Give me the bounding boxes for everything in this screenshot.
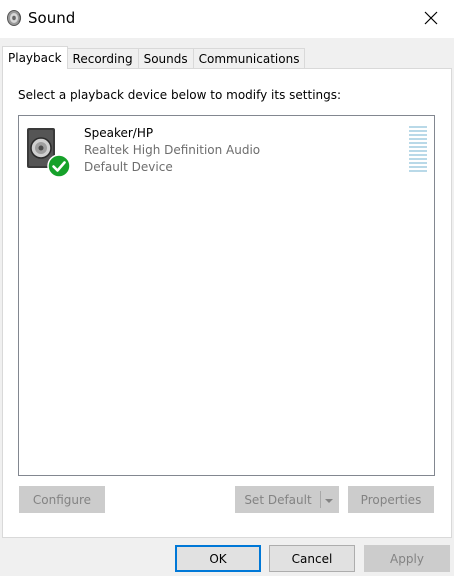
split-divider [320, 491, 321, 508]
level-meter-segment [409, 138, 427, 140]
level-meter-segment [409, 126, 427, 128]
set-default-label: Set Default [244, 492, 312, 507]
set-default-button[interactable]: Set Default [235, 486, 339, 513]
dialog-body: Playback Recording Sounds Communications… [0, 38, 454, 576]
title-bar: Sound [0, 0, 454, 38]
level-meter-segment [409, 150, 427, 152]
speaker-icon [6, 9, 24, 27]
tab-recording[interactable]: Recording [67, 48, 139, 69]
cancel-button[interactable]: Cancel [269, 545, 355, 572]
tab-playback[interactable]: Playback [2, 46, 68, 69]
level-meter-segment [409, 158, 427, 160]
close-icon [424, 11, 438, 25]
apply-button[interactable]: Apply [364, 545, 450, 572]
level-meter-segment [409, 142, 427, 144]
configure-button[interactable]: Configure [19, 486, 105, 513]
device-driver: Realtek High Definition Audio [84, 143, 261, 157]
checkmark-icon [47, 154, 71, 178]
ok-button[interactable]: OK [175, 545, 261, 572]
chevron-down-icon[interactable] [323, 495, 335, 505]
list-item[interactable]: Speaker/HP Realtek High Definition Audio… [25, 124, 427, 178]
instruction-text: Select a playback device below to modify… [18, 88, 342, 102]
tab-sounds[interactable]: Sounds [138, 48, 194, 69]
properties-button[interactable]: Properties [348, 486, 434, 513]
device-name: Speaker/HP [84, 126, 154, 140]
device-status: Default Device [84, 160, 173, 174]
window-title: Sound [28, 9, 76, 27]
level-meter-segment [409, 154, 427, 156]
level-meter-segment [409, 130, 427, 132]
tab-communications[interactable]: Communications [193, 48, 306, 69]
level-meter-segment [409, 146, 427, 148]
close-button[interactable] [408, 0, 454, 36]
playback-panel: Select a playback device below to modify… [2, 68, 452, 538]
level-meter-segment [409, 134, 427, 136]
tab-strip: Playback Recording Sounds Communications [2, 46, 306, 69]
level-meter-segment [409, 170, 427, 172]
device-list[interactable]: Speaker/HP Realtek High Definition Audio… [18, 115, 435, 476]
level-meter [409, 126, 427, 176]
level-meter-segment [409, 166, 427, 168]
level-meter-segment [409, 162, 427, 164]
